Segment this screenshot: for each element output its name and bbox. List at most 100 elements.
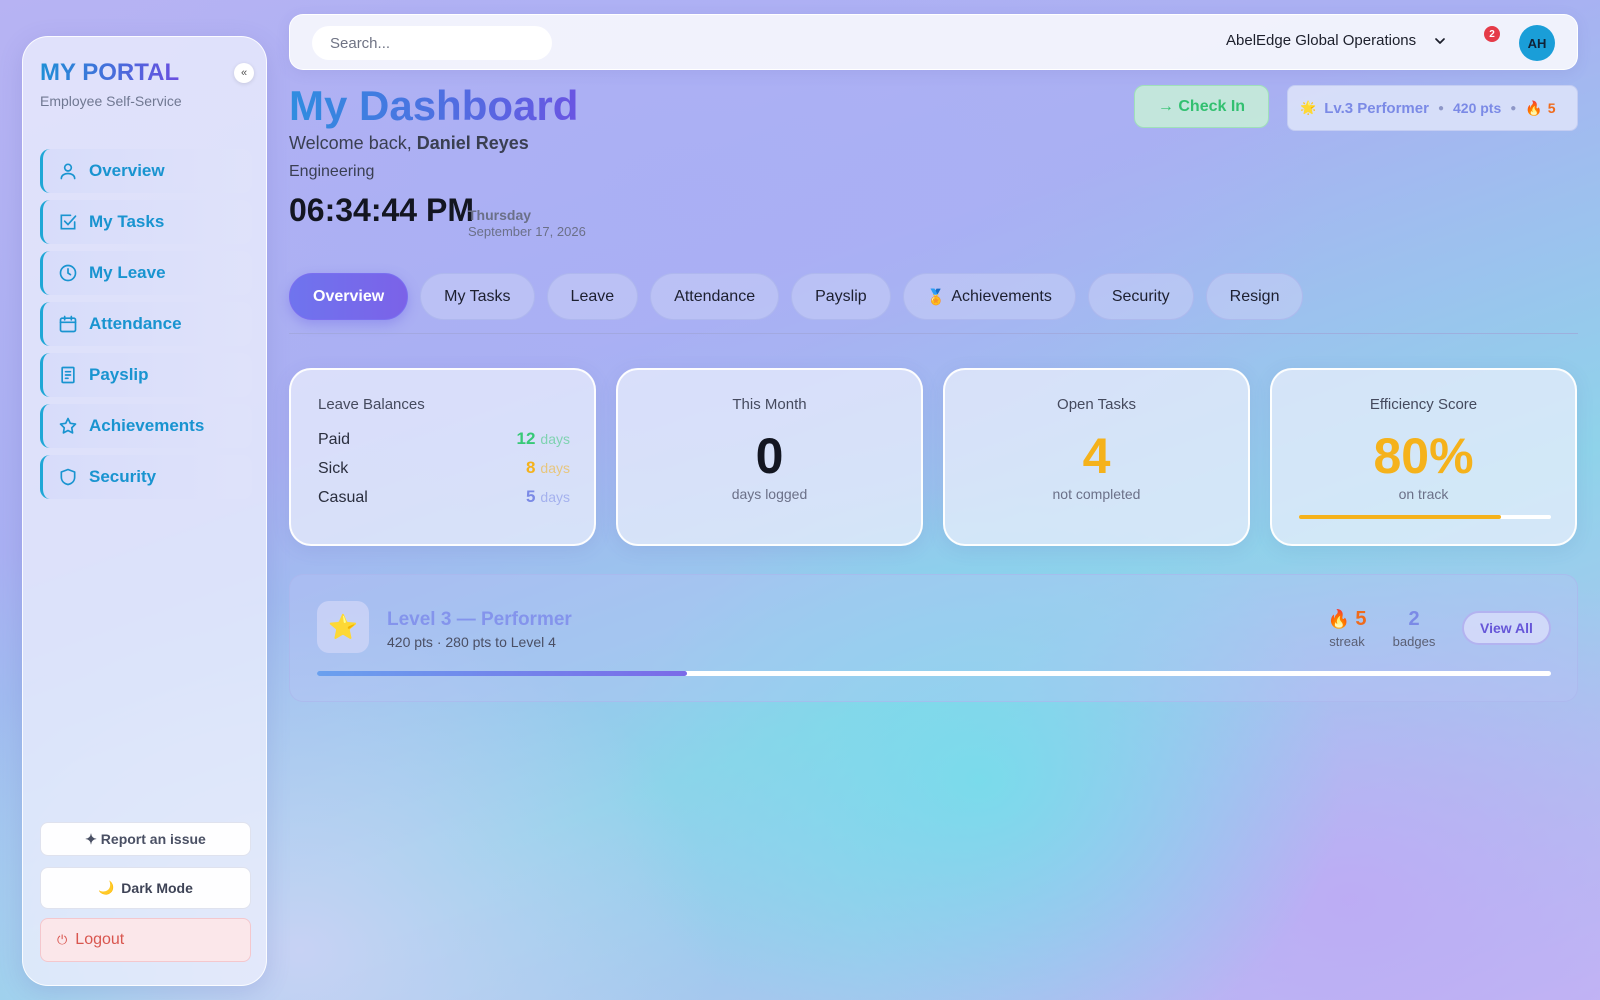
leave-unit: days: [540, 460, 570, 476]
sun-badge-icon: 🌟: [1300, 100, 1317, 115]
sidebar-item-label: Attendance: [89, 314, 182, 333]
dark-mode-label: Dark Mode: [121, 880, 193, 896]
card-subtitle: not completed: [1052, 486, 1141, 502]
avatar[interactable]: AH: [1519, 25, 1555, 61]
user-icon: [57, 160, 79, 182]
streak-value: 🔥 5: [1322, 608, 1372, 631]
efficiency-value: 80%: [1373, 428, 1474, 484]
badges-label: badges: [1392, 634, 1436, 649]
card-title: Efficiency Score: [1369, 396, 1478, 413]
logout-label: Logout: [75, 931, 125, 948]
star-badge-icon: ⭐: [317, 601, 369, 653]
sidebar-item-achievements[interactable]: Achievements: [40, 404, 252, 448]
check-in-button[interactable]: → Check In: [1134, 85, 1269, 128]
chevron-down-icon: [1432, 33, 1448, 49]
level-progress-card: ⭐ Level 3 — Performer 420 pts · 280 pts …: [289, 574, 1578, 702]
card-title: Open Tasks: [1057, 396, 1136, 413]
tabs-divider: [289, 333, 1578, 334]
tab-achievements[interactable]: 🏅 Achievements: [902, 273, 1076, 320]
brand-subtitle: Employee Self-Service: [40, 93, 182, 109]
sidebar-nav: Overview My Tasks My Leave Attendance Pa…: [40, 149, 252, 506]
sidebar: MY PORTAL Employee Self-Service « Overvi…: [22, 36, 267, 986]
streak-stat: 🔥 5 streak: [1322, 608, 1372, 649]
tab-my-tasks[interactable]: My Tasks: [420, 273, 535, 320]
date-label: September 17, 2026: [468, 224, 586, 239]
card-title: This Month: [732, 396, 807, 413]
level-status-pill[interactable]: 🌟 Lv.3 Performer ● 420 pts ● 🔥 5: [1287, 85, 1578, 131]
efficiency-score-card: Efficiency Score 80% on track: [1270, 368, 1577, 546]
sidebar-item-my-tasks[interactable]: My Tasks: [40, 200, 252, 244]
open-tasks-value: 4: [1082, 428, 1111, 484]
checkbox-icon: [57, 211, 79, 233]
tab-security[interactable]: Security: [1087, 273, 1194, 320]
sidebar-item-label: Overview: [89, 161, 165, 180]
leave-unit: days: [540, 489, 570, 505]
tab-attendance[interactable]: Attendance: [650, 273, 780, 320]
medal-icon: 🏅: [926, 288, 946, 306]
dashboard-tabs: Overview My Tasks Leave Attendance Paysl…: [289, 273, 1315, 321]
sidebar-item-security[interactable]: Security: [40, 455, 252, 499]
notification-bell-icon[interactable]: [1448, 25, 1470, 47]
sidebar-item-attendance[interactable]: Attendance: [40, 302, 252, 346]
brand-logo: MY PORTAL: [40, 59, 180, 86]
notification-badge[interactable]: 2: [1484, 26, 1500, 42]
badges-value: 2: [1408, 608, 1420, 630]
fire-icon: 🔥: [1327, 609, 1350, 629]
sidebar-item-label: Payslip: [89, 365, 149, 384]
sidebar-item-label: Achievements: [89, 416, 205, 435]
streak-count: 5: [1547, 100, 1556, 116]
tab-label: Achievements: [951, 287, 1052, 305]
sidebar-item-overview[interactable]: Overview: [40, 149, 252, 193]
leave-count: 12: [516, 429, 536, 448]
user-name: Daniel Reyes: [416, 133, 529, 153]
search-input[interactable]: [312, 26, 552, 60]
department-label: Engineering: [289, 163, 375, 180]
card-subtitle: on track: [1398, 486, 1449, 502]
page-title: My Dashboard: [289, 82, 579, 129]
moon-icon: 🌙: [98, 880, 115, 895]
open-tasks-card: Open Tasks 4 not completed: [943, 368, 1250, 546]
tab-overview[interactable]: Overview: [289, 273, 409, 320]
collapse-sidebar-button[interactable]: «: [234, 63, 254, 83]
star-icon: [57, 415, 79, 437]
tab-payslip[interactable]: Payslip: [791, 273, 891, 320]
sidebar-item-label: Security: [89, 467, 157, 486]
calendar-icon: [57, 313, 79, 335]
tab-leave[interactable]: Leave: [546, 273, 639, 320]
clock-icon: [57, 262, 79, 284]
days-logged-value: 0: [755, 428, 784, 484]
shield-icon: [57, 466, 79, 488]
this-month-card: This Month 0 days logged: [616, 368, 923, 546]
leave-type: Casual: [318, 489, 368, 506]
leave-count: 5: [525, 487, 536, 506]
report-issue-button[interactable]: ✦ Report an issue: [40, 822, 251, 856]
level-title: Level 3 — Performer: [387, 609, 572, 630]
leave-type: Sick: [318, 460, 349, 477]
welcome-prefix: Welcome back,: [289, 133, 412, 153]
leave-row-paid: Paid 12 days: [318, 429, 570, 449]
fire-icon: 🔥: [1525, 99, 1543, 116]
document-icon: [57, 364, 79, 386]
streak-number: 5: [1355, 608, 1367, 630]
leave-value: 8 days: [526, 458, 570, 478]
sidebar-item-my-leave[interactable]: My Leave: [40, 251, 252, 295]
view-all-button[interactable]: View All: [1462, 611, 1551, 645]
card-subtitle: days logged: [731, 486, 808, 502]
power-icon: ⏻: [57, 932, 68, 947]
tab-resign[interactable]: Resign: [1205, 273, 1304, 320]
level-progress-bar: [317, 671, 1551, 676]
streak-label: streak: [1329, 634, 1365, 649]
logout-button[interactable]: ⏻ Logout: [40, 918, 251, 962]
weekday-label: Thursday: [468, 207, 532, 223]
separator-dot: ●: [1437, 102, 1444, 114]
leave-balances-card: Leave Balances Paid 12 days Sick 8 days Ca…: [289, 368, 596, 546]
sidebar-item-payslip[interactable]: Payslip: [40, 353, 252, 397]
level-label: Lv.3 Performer: [1324, 99, 1429, 117]
level-progress-fill: [317, 671, 688, 676]
leave-unit: days: [540, 431, 570, 447]
dark-mode-button[interactable]: 🌙 Dark Mode: [40, 867, 251, 909]
leave-row-casual: Casual 5 days: [318, 487, 570, 507]
leave-value: 12 days: [517, 429, 571, 449]
org-selector[interactable]: AbelEdge Global Operations: [1226, 32, 1448, 49]
leave-value: 5 days: [526, 487, 570, 507]
